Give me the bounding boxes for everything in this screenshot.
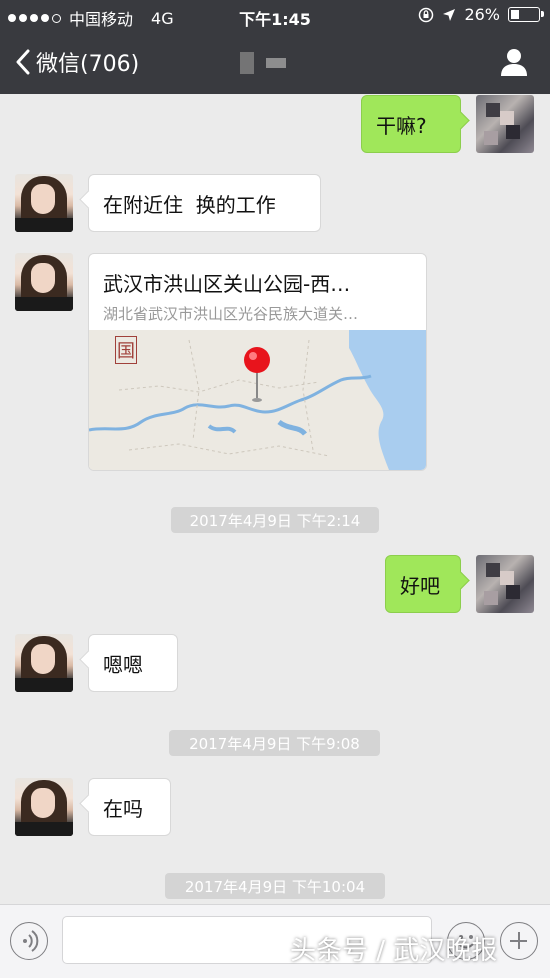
timestamp: 2017年4月9日 下午9:08 [169, 730, 380, 756]
message-text: 干嘛? [376, 113, 427, 138]
location-address: 湖北省武汉市洪山区光谷民族大道关… [103, 305, 359, 323]
location-arrow-icon [443, 8, 456, 21]
message-text: 在吗 [103, 796, 143, 821]
message-bubble-incoming[interactable]: 在附近住 换的工作 [88, 174, 321, 232]
my-avatar[interactable] [476, 555, 534, 613]
message-text: 好吧 [400, 573, 440, 598]
timestamp: 2017年4月9日 下午10:04 [165, 873, 385, 899]
voice-icon [23, 930, 39, 952]
back-button[interactable]: 微信(706) [14, 46, 139, 78]
back-label: 微信(706) [36, 52, 140, 77]
person-icon[interactable] [498, 46, 530, 78]
message-bubble-incoming[interactable]: 在吗 [88, 778, 171, 836]
message-bubble-outgoing[interactable]: 好吧 [385, 555, 461, 613]
message-bubble-outgoing[interactable]: 干嘛? [361, 95, 461, 153]
watermark: 头条号 / 武汉晚报 [290, 936, 498, 966]
message-bubble-incoming[interactable]: 嗯嗯 [88, 634, 178, 692]
voice-button[interactable] [10, 922, 48, 960]
contact-avatar[interactable] [15, 634, 73, 692]
contact-avatar[interactable] [15, 253, 73, 311]
message-text: 在附近住 换的工作 [103, 192, 276, 217]
message-text: 嗯嗯 [103, 652, 143, 677]
chevron-left-icon [16, 49, 30, 75]
plus-button[interactable] [500, 922, 538, 960]
contact-avatar[interactable] [15, 174, 73, 232]
chat-title-blurred [240, 52, 286, 74]
location-message[interactable]: 武汉市洪山区关山公园-西… 湖北省武汉市洪山区光谷民族大道关… 国 [88, 253, 427, 471]
contact-avatar[interactable] [15, 778, 73, 836]
location-title: 武汉市洪山区关山公园-西… [103, 272, 351, 296]
timestamp: 2017年4月9日 下午2:14 [171, 507, 379, 533]
status-bar: 中国移动 4G 下午1:45 26% [0, 0, 550, 32]
map-image [89, 330, 426, 470]
location-map[interactable]: 国 [89, 330, 426, 470]
chat-header: 微信(706) [0, 32, 550, 94]
battery-percent: 26% [464, 5, 500, 24]
lock-rotation-icon [419, 7, 434, 22]
battery-icon [508, 7, 544, 22]
my-avatar[interactable] [476, 95, 534, 153]
map-label: 国 [115, 336, 137, 364]
